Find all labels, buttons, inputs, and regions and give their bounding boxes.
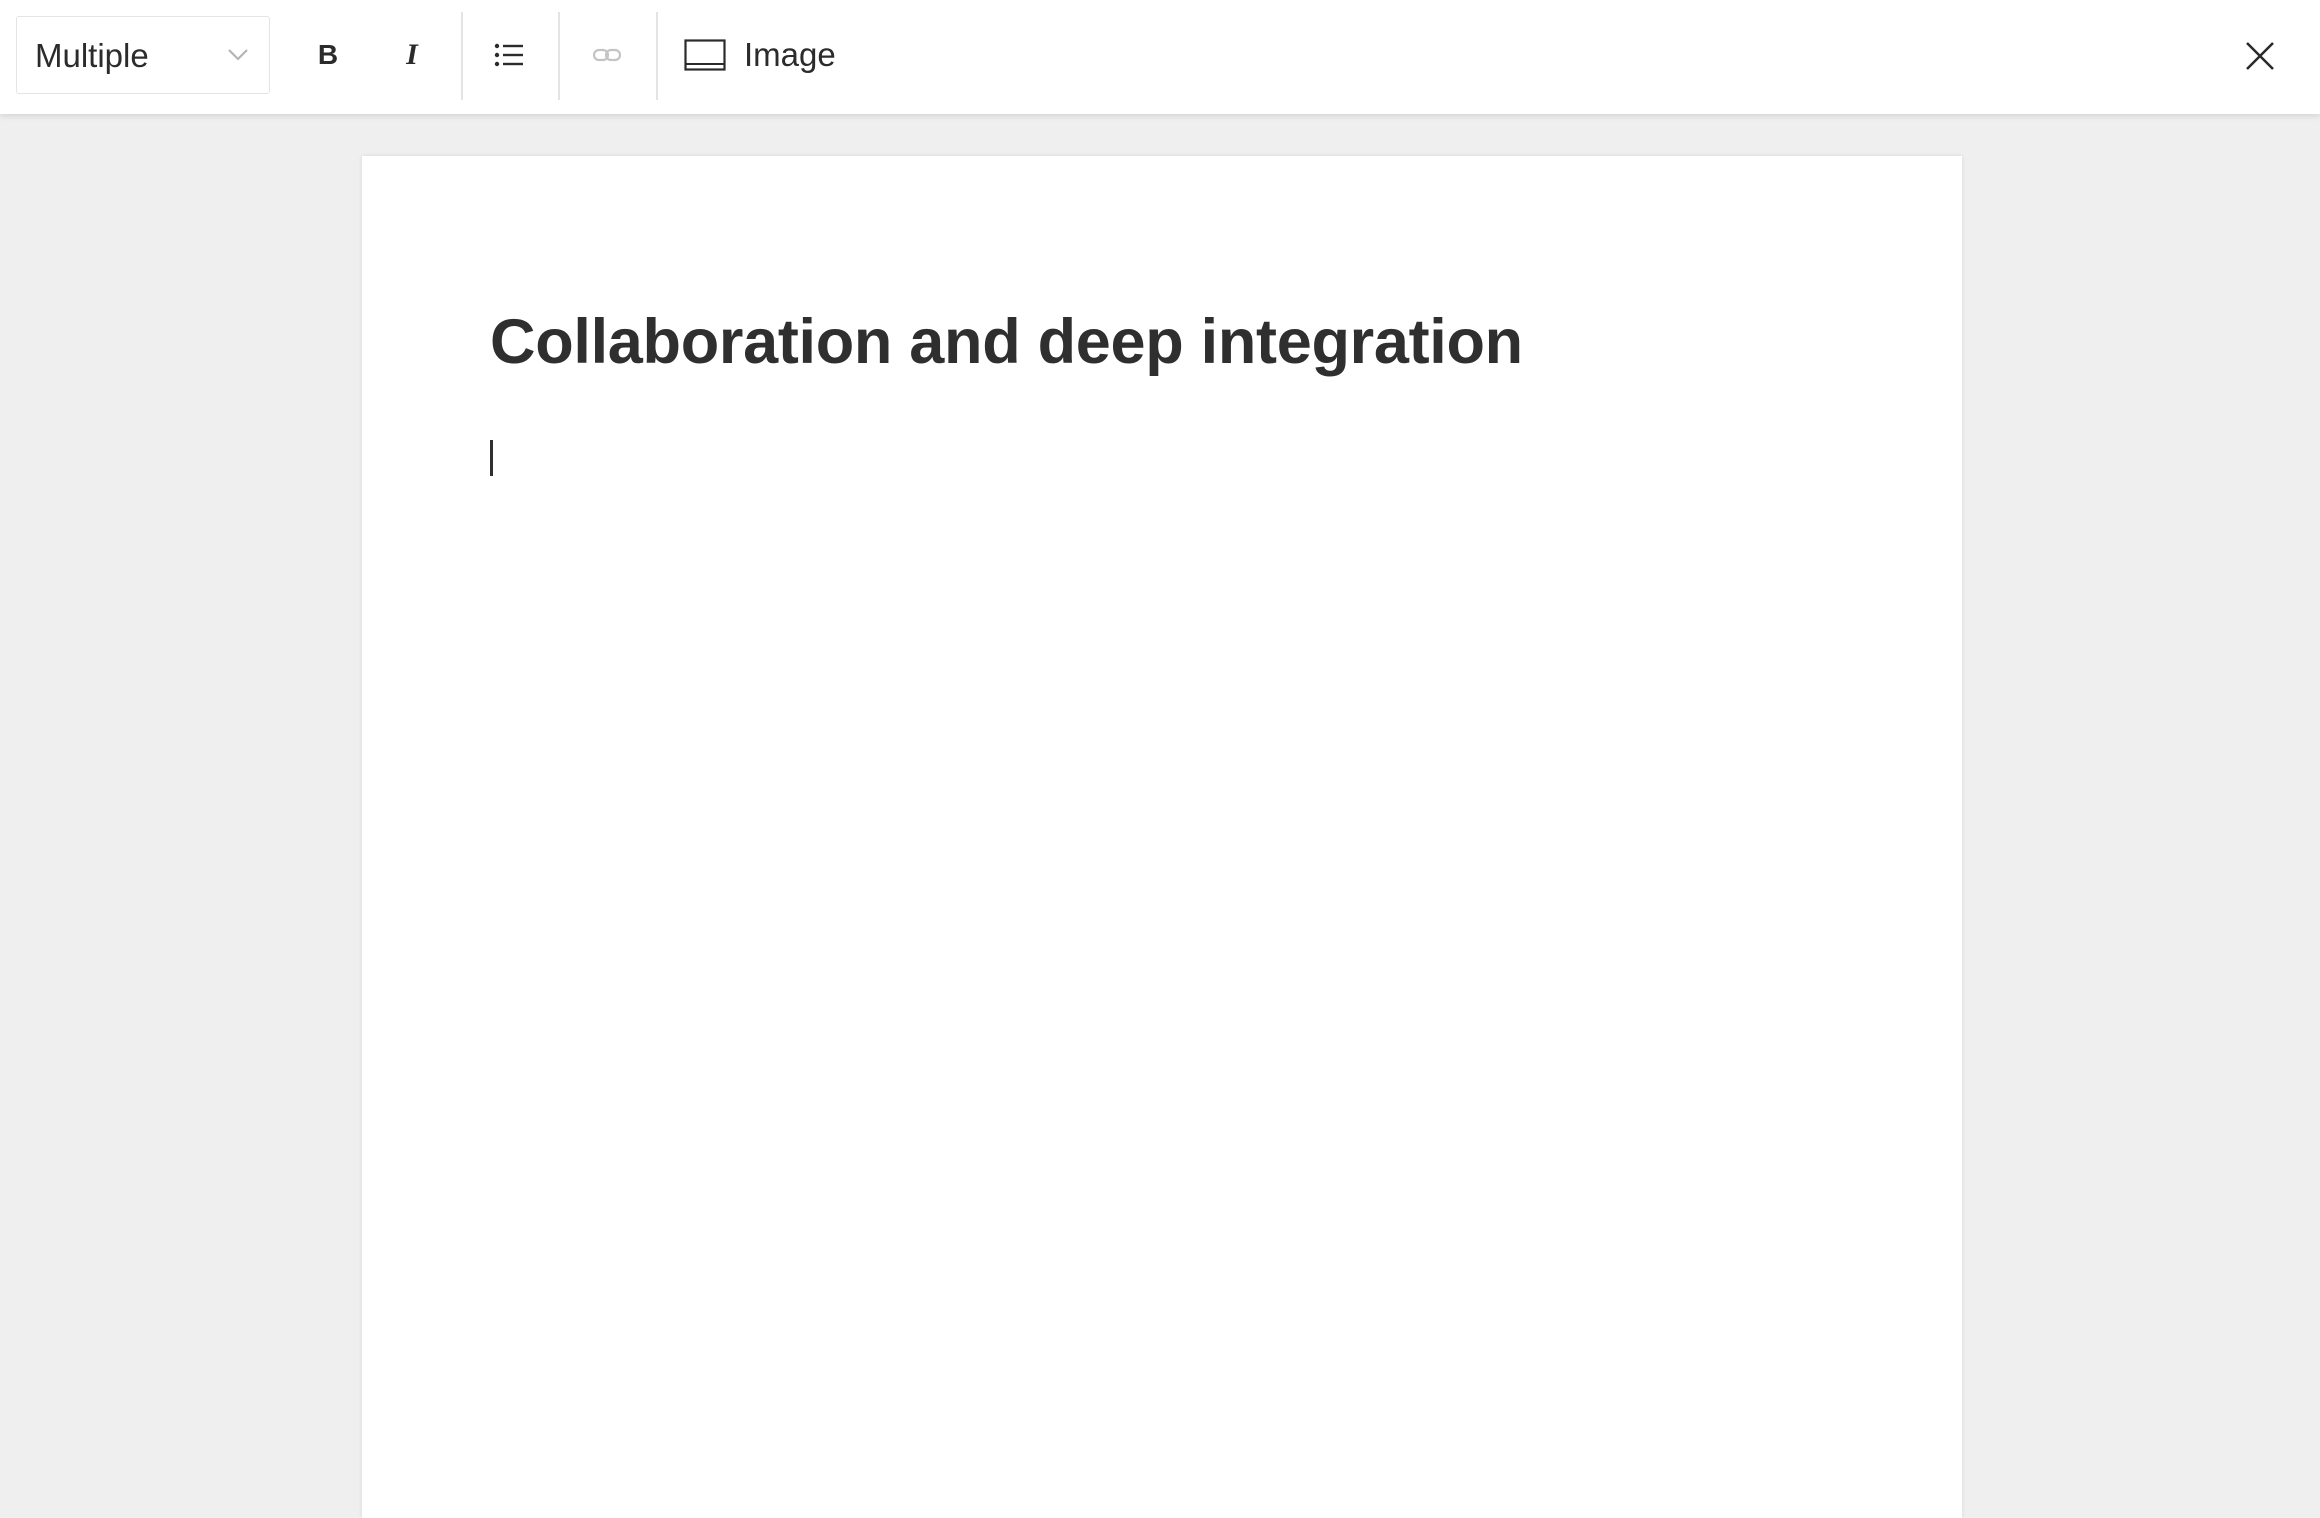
bold-button[interactable]: B bbox=[289, 16, 367, 94]
bulleted-list-button[interactable] bbox=[470, 16, 548, 94]
italic-icon: I bbox=[406, 38, 418, 71]
italic-button[interactable]: I bbox=[373, 16, 451, 94]
close-button[interactable] bbox=[2228, 24, 2292, 88]
close-icon bbox=[2246, 42, 2274, 70]
toolbar-separator bbox=[461, 12, 463, 100]
document-title[interactable]: Collaboration and deep integration bbox=[490, 306, 1523, 378]
chevron-down-icon bbox=[228, 49, 248, 61]
editor-toolbar: Multiple B I Image bbox=[0, 0, 2320, 114]
toolbar-separator bbox=[656, 12, 658, 100]
text-cursor bbox=[490, 440, 493, 476]
bold-icon: B bbox=[317, 39, 339, 70]
toolbar-separator bbox=[558, 12, 560, 100]
heading-style-value: Multiple bbox=[35, 37, 149, 74]
image-icon bbox=[684, 39, 726, 71]
insert-image-button[interactable]: Image bbox=[684, 16, 836, 94]
document-body-paragraph[interactable] bbox=[490, 426, 1830, 490]
insert-image-label: Image bbox=[744, 36, 836, 73]
link-icon bbox=[592, 48, 622, 62]
link-button[interactable] bbox=[568, 16, 646, 94]
heading-style-dropdown[interactable]: Multiple bbox=[16, 16, 270, 94]
bulleted-list-icon bbox=[494, 43, 523, 67]
document-page[interactable]: Collaboration and deep integration bbox=[362, 156, 1962, 1518]
